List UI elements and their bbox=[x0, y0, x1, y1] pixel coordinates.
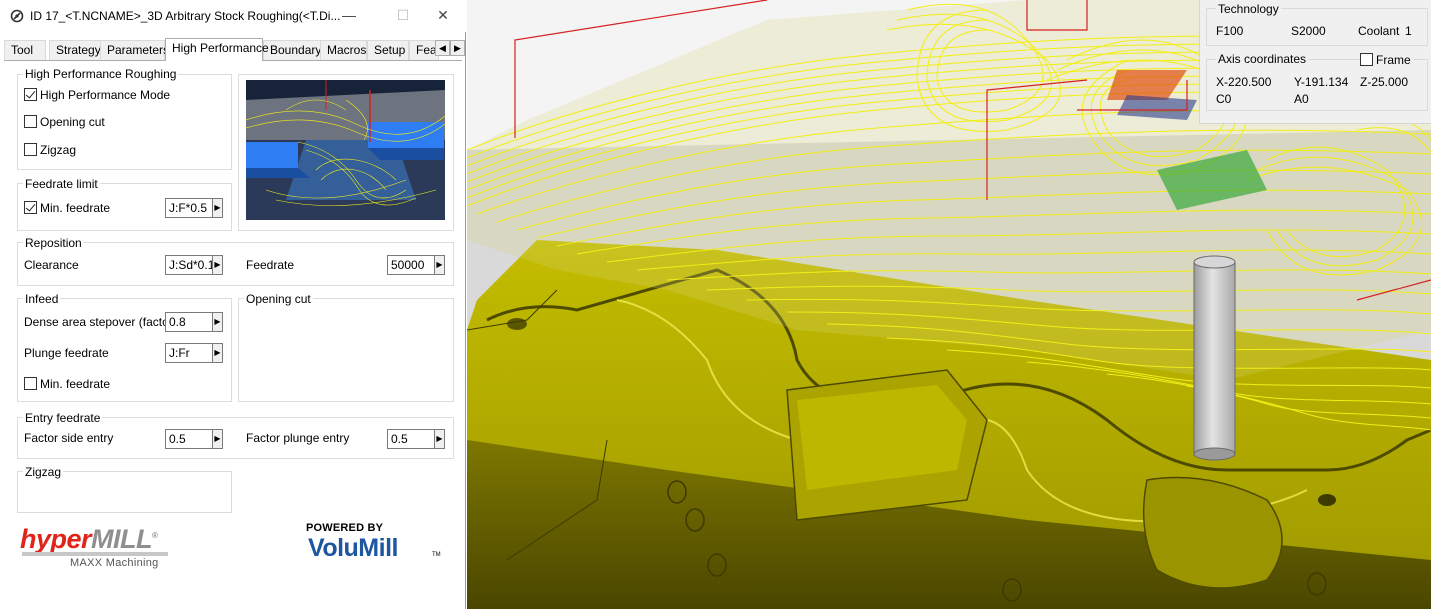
factor-side-entry-label: Factor side entry bbox=[24, 431, 114, 445]
frame-label: Frame bbox=[1376, 53, 1411, 67]
zigzag-check[interactable] bbox=[24, 143, 37, 156]
dense-stepover-label: Dense area stepover (factor) bbox=[24, 315, 177, 329]
technology-coolant-label: Coolant bbox=[1358, 24, 1400, 38]
reposition-title: Reposition bbox=[23, 236, 84, 250]
infeed-min-feedrate-check[interactable] bbox=[24, 377, 37, 390]
tab-scroll-right-button[interactable]: ▶ bbox=[450, 40, 465, 56]
minimize-button[interactable]: — bbox=[326, 0, 372, 32]
reposition-feedrate-label: Feedrate bbox=[246, 258, 295, 272]
cutting-tool bbox=[1193, 255, 1236, 461]
hypermill-logo-subtitle: MAXX Machining bbox=[70, 557, 159, 569]
hp-mode-check[interactable] bbox=[24, 88, 37, 101]
technology-speed: S2000 bbox=[1291, 24, 1326, 38]
tab-strip: Tool Strategy Parameters High Performanc… bbox=[4, 38, 466, 61]
min-feedrate-checkbox[interactable]: Min. feedrate bbox=[24, 201, 110, 217]
close-button[interactable]: ✕ bbox=[420, 0, 466, 32]
factor-plunge-entry-label: Factor plunge entry bbox=[246, 431, 350, 445]
volumill-logo-wordmark: VoluMill bbox=[308, 534, 398, 562]
frame-checkbox[interactable]: Frame bbox=[1360, 53, 1413, 69]
hp-mode-checkbox[interactable]: High Performance Mode bbox=[24, 88, 170, 104]
opening-cut-group-title: Opening cut bbox=[244, 292, 313, 306]
plunge-feedrate-input[interactable]: J:Fr bbox=[165, 343, 213, 363]
dense-stepover-menu-arrow[interactable]: ▶ bbox=[213, 312, 223, 332]
axis-a: A0 bbox=[1294, 92, 1309, 106]
frame-check[interactable] bbox=[1360, 53, 1373, 66]
feedrate-limit-title: Feedrate limit bbox=[23, 177, 100, 191]
entry-feedrate-title: Entry feedrate bbox=[23, 411, 103, 425]
volumill-logo-powered-by: POWERED BY bbox=[306, 522, 384, 534]
info-panel: Technology F100 S2000 Coolant 1 Axis coo… bbox=[1199, 0, 1431, 124]
volumill-logo: POWERED BY VoluMill TM bbox=[306, 522, 441, 562]
infeed-title: Infeed bbox=[23, 292, 61, 306]
dense-stepover-input[interactable]: 0.8 bbox=[165, 312, 213, 332]
axis-x: X-220.500 bbox=[1216, 75, 1272, 89]
strategy-preview-image bbox=[246, 80, 445, 220]
tab-parameters[interactable]: Parameters bbox=[100, 40, 169, 60]
window-title: ID 17_<T.NCNAME>_3D Arbitrary Stock Roug… bbox=[30, 9, 341, 23]
tab-scroll-left-button[interactable]: ◀ bbox=[435, 40, 450, 56]
factor-plunge-entry-menu-arrow[interactable]: ▶ bbox=[435, 429, 445, 449]
technology-title: Technology bbox=[1216, 2, 1281, 16]
hp-roughing-title: High Performance Roughing bbox=[23, 67, 179, 81]
tab-macros[interactable]: Macros bbox=[320, 40, 367, 60]
clearance-menu-arrow[interactable]: ▶ bbox=[213, 255, 223, 275]
axis-title: Axis coordinates bbox=[1216, 52, 1309, 66]
tab-boundary[interactable]: Boundary bbox=[263, 40, 321, 60]
opening-cut-group bbox=[238, 298, 454, 402]
app-icon bbox=[10, 9, 24, 23]
clearance-label: Clearance bbox=[24, 258, 79, 272]
tab-setup[interactable]: Setup bbox=[367, 40, 409, 60]
tab-high-performance[interactable]: High Performance bbox=[165, 38, 269, 61]
opening-cut-check[interactable] bbox=[24, 115, 37, 128]
opening-cut-checkbox[interactable]: Opening cut bbox=[24, 115, 105, 131]
operation-dialog: ID 17_<T.NCNAME>_3D Arbitrary Stock Roug… bbox=[0, 0, 466, 609]
factor-side-entry-input[interactable]: 0.5 bbox=[165, 429, 213, 449]
reposition-feedrate-menu-arrow[interactable]: ▶ bbox=[435, 255, 445, 275]
axis-c: C0 bbox=[1216, 92, 1232, 106]
min-feedrate-menu-arrow[interactable]: ▶ bbox=[213, 198, 223, 218]
axis-y: Y-191.134 bbox=[1294, 75, 1349, 89]
title-bar[interactable]: ID 17_<T.NCNAME>_3D Arbitrary Stock Roug… bbox=[0, 0, 466, 32]
technology-coolant-value: 1 bbox=[1405, 24, 1412, 38]
hypermill-logo-reg: ® bbox=[152, 531, 158, 540]
min-feedrate-check[interactable] bbox=[24, 201, 37, 214]
tab-tool[interactable]: Tool bbox=[4, 40, 46, 60]
technology-feed: F100 bbox=[1216, 24, 1244, 38]
hypermill-logo: hyperMILL® MAXX Machining bbox=[20, 524, 168, 569]
zigzag-label: Zigzag bbox=[40, 143, 77, 157]
plunge-feedrate-label: Plunge feedrate bbox=[24, 346, 109, 360]
clearance-input[interactable]: J:Sd*0.1 bbox=[165, 255, 213, 275]
zigzag-checkbox[interactable]: Zigzag bbox=[24, 143, 76, 159]
infeed-min-feedrate-checkbox[interactable]: Min. feedrate bbox=[24, 377, 110, 393]
volumill-logo-tm: TM bbox=[432, 552, 441, 558]
zigzag-group-title: Zigzag bbox=[23, 465, 64, 479]
hp-mode-label: High Performance Mode bbox=[40, 88, 171, 102]
reposition-feedrate-input[interactable]: 50000 bbox=[387, 255, 435, 275]
min-feedrate-label: Min. feedrate bbox=[40, 201, 111, 215]
min-feedrate-input[interactable]: J:F*0.5 bbox=[165, 198, 213, 218]
plunge-feedrate-menu-arrow[interactable]: ▶ bbox=[213, 343, 223, 363]
hypermill-logo-mill: MILL bbox=[91, 524, 153, 554]
factor-side-entry-menu-arrow[interactable]: ▶ bbox=[213, 429, 223, 449]
factor-plunge-entry-input[interactable]: 0.5 bbox=[387, 429, 435, 449]
tab-strategy[interactable]: Strategy bbox=[49, 40, 101, 60]
hypermill-logo-hyper: hyper bbox=[20, 524, 92, 554]
axis-z: Z-25.000 bbox=[1360, 75, 1409, 89]
infeed-min-feedrate-label: Min. feedrate bbox=[40, 377, 111, 391]
opening-cut-label: Opening cut bbox=[40, 115, 105, 129]
hypermill-logo-bar bbox=[22, 552, 168, 556]
